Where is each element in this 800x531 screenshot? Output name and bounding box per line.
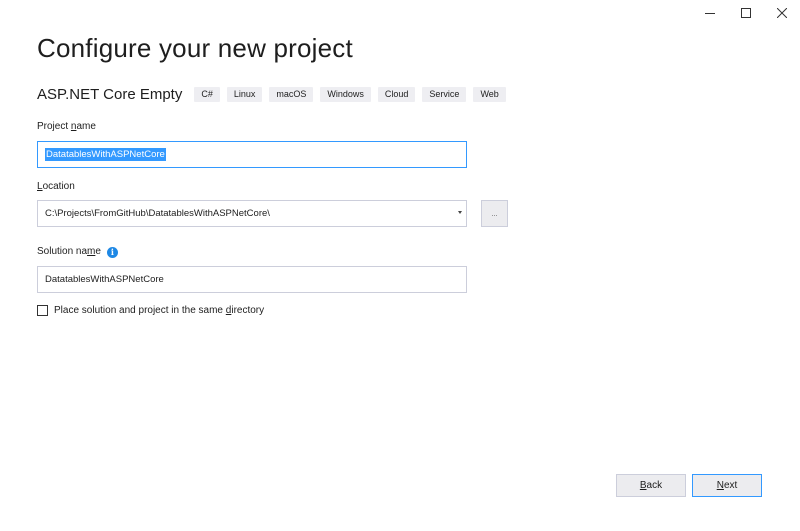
location-combobox[interactable]: C:\Projects\FromGitHub\DatatablesWithASP…: [37, 200, 467, 227]
tag-service: Service: [422, 87, 467, 102]
tag-csharp: C#: [194, 87, 220, 102]
next-button-label: Next: [716, 480, 738, 491]
tag-macos: macOS: [269, 87, 314, 102]
browse-label: ...: [491, 211, 498, 218]
tag-cloud: Cloud: [377, 87, 416, 102]
project-name-input[interactable]: DatatablesWithASPNetCore: [37, 141, 467, 168]
solution-name-value: DatatablesWithASPNetCore: [45, 274, 164, 285]
browse-button[interactable]: ...: [481, 200, 508, 227]
back-button[interactable]: Back: [616, 474, 686, 497]
location-value: C:\Projects\FromGitHub\DatatablesWithASP…: [45, 208, 270, 219]
tag-linux: Linux: [226, 87, 263, 102]
chevron-down-icon[interactable]: [458, 211, 462, 214]
next-button[interactable]: Next: [692, 474, 762, 497]
solution-name-label: Solution name i: [37, 246, 118, 258]
back-button-label: Back: [639, 480, 663, 491]
info-icon[interactable]: i: [106, 246, 118, 258]
same-directory-option[interactable]: Place solution and project in the same d…: [37, 305, 264, 316]
project-name-value: DatatablesWithASPNetCore: [45, 148, 166, 161]
project-name-label: Project name: [37, 121, 96, 132]
maximize-icon: [741, 8, 751, 18]
page-title: Configure your new project: [37, 33, 353, 63]
template-name: ASP.NET Core Empty: [37, 86, 183, 103]
location-label: Location: [37, 181, 75, 192]
minimize-button[interactable]: [692, 0, 728, 26]
minimize-icon: [705, 13, 715, 14]
solution-name-input[interactable]: DatatablesWithASPNetCore: [37, 266, 467, 293]
same-directory-checkbox[interactable]: [37, 305, 48, 316]
same-directory-label: Place solution and project in the same d…: [54, 305, 265, 316]
tag-windows: Windows: [320, 87, 371, 102]
close-button[interactable]: [764, 0, 800, 26]
window-controls: [692, 0, 800, 26]
tag-web: Web: [473, 87, 506, 102]
maximize-button[interactable]: [728, 0, 764, 26]
close-icon: [777, 8, 787, 18]
template-info: ASP.NET Core Empty C# Linux macOS Window…: [37, 86, 513, 103]
